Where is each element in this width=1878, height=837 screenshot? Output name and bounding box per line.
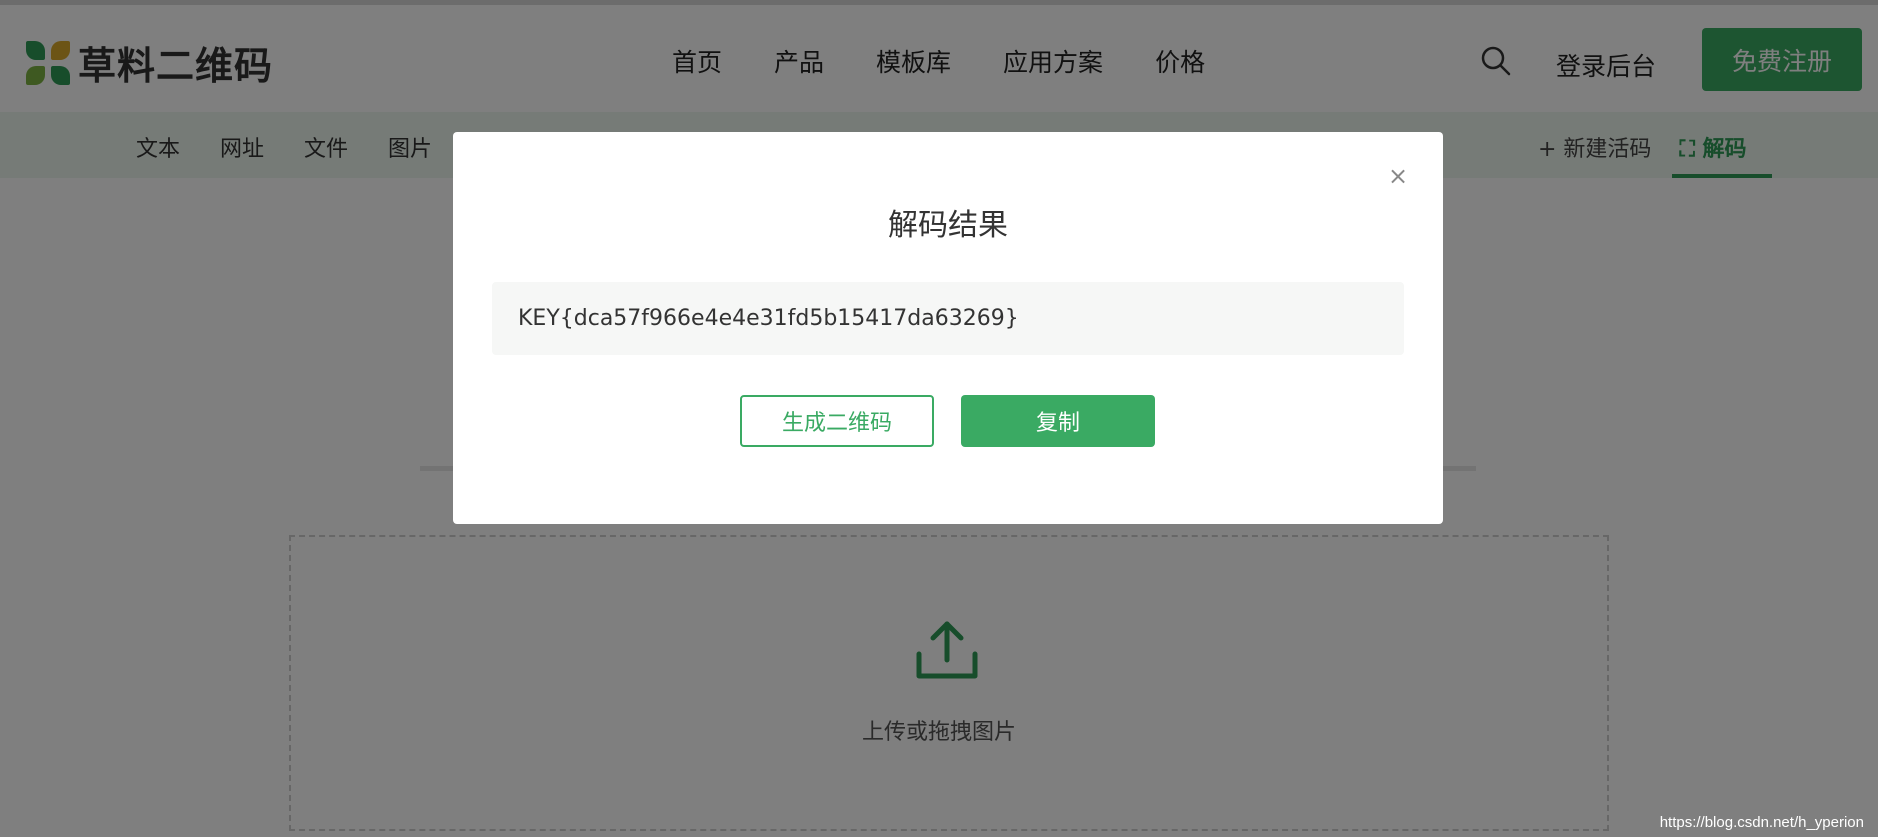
generate-qr-button[interactable]: 生成二维码	[740, 395, 934, 447]
close-icon[interactable]: ×	[1388, 162, 1408, 190]
dialog-title: 解码结果	[888, 208, 1008, 243]
copy-button[interactable]: 复制	[961, 395, 1155, 447]
decode-result-text[interactable]: KEY{dca57f966e4e4e31fd5b15417da63269}	[492, 282, 1404, 355]
decode-result-dialog: × 解码结果 KEY{dca57f966e4e4e31fd5b15417da63…	[453, 132, 1443, 524]
watermark: https://blog.csdn.net/h_yperion	[1659, 814, 1864, 831]
